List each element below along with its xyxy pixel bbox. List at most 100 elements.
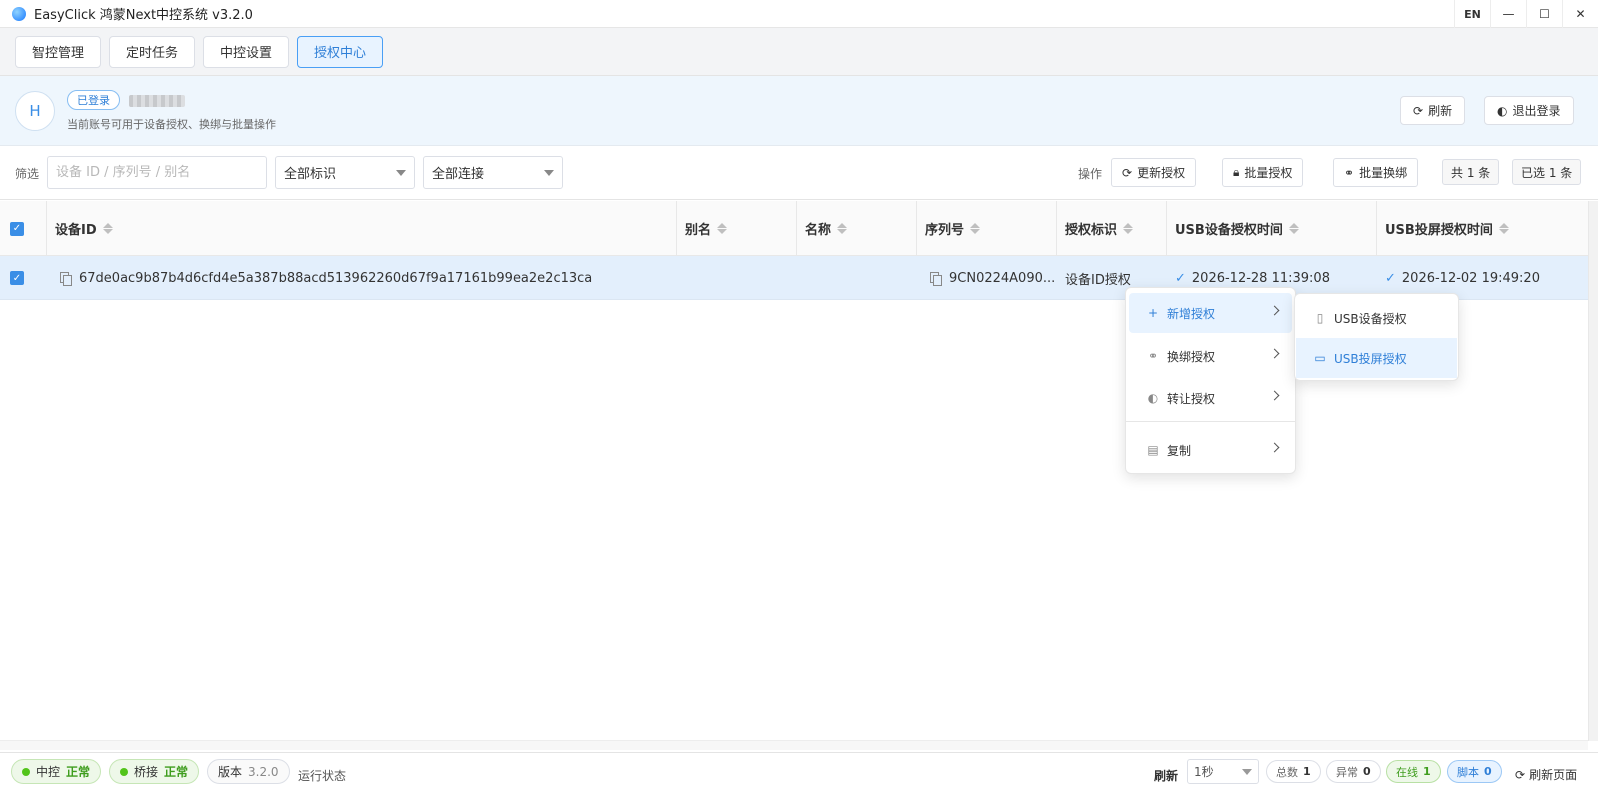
status-bar: 中控 正常 桥接 正常 版本 3.2.0 运行状态 刷新 1秒 总数 1 异常 … [0, 752, 1598, 788]
script-count-label: 脚本 [1457, 765, 1479, 779]
menu-item-copy[interactable]: ▤ 复制 [1129, 430, 1292, 470]
total-count-value: 1 [1303, 765, 1311, 778]
row-checkbox[interactable]: ✓ [10, 256, 24, 300]
submenu-item-usb-screen-license[interactable]: ▭ USB投屏授权 [1296, 338, 1457, 378]
app-logo-icon [12, 6, 26, 21]
tag-filter-select[interactable]: 全部标识 [275, 156, 415, 189]
checkbox-checked-icon: ✓ [10, 221, 24, 236]
connection-filter-value: 全部连接 [432, 167, 485, 182]
chevron-right-icon [1269, 348, 1280, 359]
usb-screen-time-value: 2026-12-02 19:49:20 [1401, 270, 1540, 286]
tab-license-center[interactable]: 授权中心 [297, 35, 384, 68]
menu-item-add-license[interactable]: + 新增授权 [1129, 293, 1292, 333]
chevron-down-icon [396, 170, 406, 176]
copy-icon[interactable] [60, 272, 72, 286]
horizontal-scrollbar[interactable] [0, 740, 1588, 750]
menu-item-transfer-license[interactable]: ◐ 转让授权 [1129, 378, 1292, 418]
title-bar: EasyClick 鸿蒙Next中控系统 v3.2.0 EN — ☐ ✕ [0, 0, 1598, 28]
error-count-pill: 异常 0 [1326, 760, 1381, 783]
filter-label: 筛选 [15, 167, 40, 181]
logout-label: 退出登录 [1512, 104, 1561, 118]
tab-control-settings[interactable]: 中控设置 [203, 35, 290, 68]
update-license-button[interactable]: ⟳ 更新授权 [1111, 158, 1197, 187]
run-status-link[interactable]: 运行状态 [298, 767, 346, 784]
selected-count-badge: 已选 1 条 [1512, 159, 1582, 185]
column-header-usb-screen-time[interactable]: USB投屏授权时间 [1376, 201, 1588, 256]
script-count-pill: 脚本 0 [1447, 760, 1502, 783]
menu-item-label: 换绑授权 [1167, 349, 1216, 364]
column-header-auth-tag[interactable]: 授权标识 [1056, 201, 1166, 256]
link-icon: ⚭ [1147, 349, 1159, 363]
submenu-item-usb-device-license[interactable]: ▯ USB设备授权 [1296, 298, 1457, 338]
refresh-interval-select[interactable]: 1秒 [1187, 759, 1259, 784]
account-description: 当前账号可用于设备授权、换绑与批量操作 [67, 118, 276, 131]
close-icon[interactable]: ✕ [1562, 0, 1598, 28]
update-license-label: 更新授权 [1137, 166, 1186, 180]
refresh-icon: ⟳ [1413, 103, 1424, 118]
chevron-right-icon [1269, 305, 1280, 316]
sort-icon[interactable] [1288, 223, 1299, 234]
script-count-value: 0 [1484, 765, 1492, 778]
device-id-cell: 67de0ac9b87b4d6cfd4e5a387b88acd513962260… [60, 256, 592, 300]
refresh-icon: ⟳ [1122, 165, 1133, 180]
search-input[interactable] [47, 156, 267, 189]
window-controls: EN — ☐ ✕ [1454, 0, 1598, 28]
connection-filter-select[interactable]: 全部连接 [423, 156, 563, 189]
total-count-badge: 共 1 条 [1442, 159, 1500, 185]
usb-device-time-value: 2026-12-28 11:39:08 [1191, 270, 1330, 286]
refresh-account-button[interactable]: ⟳ 刷新 [1400, 96, 1466, 125]
add-license-submenu: ▯ USB设备授权 ▭ USB投屏授权 [1294, 293, 1459, 381]
avatar: H [15, 91, 55, 131]
logout-icon: ◐ [1497, 103, 1508, 118]
phone-icon: ▯ [1316, 311, 1324, 325]
total-count-label: 总数 [1276, 765, 1298, 779]
total-count-pill: 总数 1 [1266, 760, 1321, 783]
column-header-label: 设备ID [55, 223, 97, 238]
sort-icon[interactable] [1123, 223, 1134, 234]
status-dot-icon [22, 767, 30, 776]
control-status-value: 正常 [66, 765, 91, 779]
sort-icon[interactable] [970, 223, 981, 234]
checkbox-checked-icon: ✓ [10, 271, 24, 285]
submenu-item-label: USB投屏授权 [1334, 351, 1407, 366]
menu-divider [1126, 421, 1295, 422]
column-header-usb-device-time[interactable]: USB设备授权时间 [1166, 201, 1376, 256]
menu-item-rebind-license[interactable]: ⚭ 换绑授权 [1129, 336, 1292, 376]
column-header-label: 授权标识 [1065, 223, 1118, 238]
tab-scheduled-tasks[interactable]: 定时任务 [109, 35, 196, 68]
window-title: EasyClick 鸿蒙Next中控系统 v3.2.0 [34, 8, 253, 23]
logout-button[interactable]: ◐ 退出登录 [1484, 96, 1574, 125]
column-header-serial[interactable]: 序列号 [916, 201, 1056, 256]
column-header-name[interactable]: 名称 [796, 201, 916, 256]
language-toggle-button[interactable]: EN [1454, 0, 1490, 28]
online-count-label: 在线 [1396, 765, 1418, 779]
sort-icon[interactable] [717, 223, 728, 234]
batch-license-label: 批量授权 [1244, 166, 1293, 180]
error-count-value: 0 [1363, 765, 1371, 778]
column-header-alias[interactable]: 别名 [676, 201, 796, 256]
menu-item-label: 转让授权 [1167, 391, 1216, 406]
serial-cell: 9CN0224A090... [930, 256, 1055, 300]
column-header-device-id[interactable]: 设备ID [46, 201, 676, 256]
online-count-value: 1 [1423, 765, 1431, 778]
tag-filter-value: 全部标识 [284, 167, 337, 182]
sort-icon[interactable] [1498, 223, 1509, 234]
vertical-scrollbar[interactable] [1588, 201, 1598, 741]
transfer-icon: ◐ [1147, 391, 1159, 405]
filter-bar: 筛选 全部标识 全部连接 操作 ⟳ 更新授权 🔒︎ 批量授权 ⚭ 批量换绑 共 … [0, 146, 1598, 200]
maximize-icon[interactable]: ☐ [1526, 0, 1562, 28]
batch-license-button[interactable]: 🔒︎ 批量授权 [1222, 158, 1304, 187]
batch-rebind-button[interactable]: ⚭ 批量换绑 [1333, 158, 1419, 187]
submenu-item-label: USB设备授权 [1334, 311, 1407, 326]
version-pill: 版本 3.2.0 [207, 759, 290, 784]
sort-icon[interactable] [837, 223, 848, 234]
tab-smart-control[interactable]: 智控管理 [15, 35, 102, 68]
select-all-checkbox[interactable]: ✓ [0, 201, 46, 256]
refresh-page-button[interactable]: ⟳ 刷新页面 [1515, 766, 1577, 783]
chevron-down-icon [544, 170, 554, 176]
copy-icon[interactable] [930, 272, 942, 286]
blurred-username [129, 95, 185, 107]
minimize-icon[interactable]: — [1490, 0, 1526, 28]
refresh-interval-label: 刷新 [1154, 769, 1179, 783]
sort-icon[interactable] [102, 223, 113, 234]
